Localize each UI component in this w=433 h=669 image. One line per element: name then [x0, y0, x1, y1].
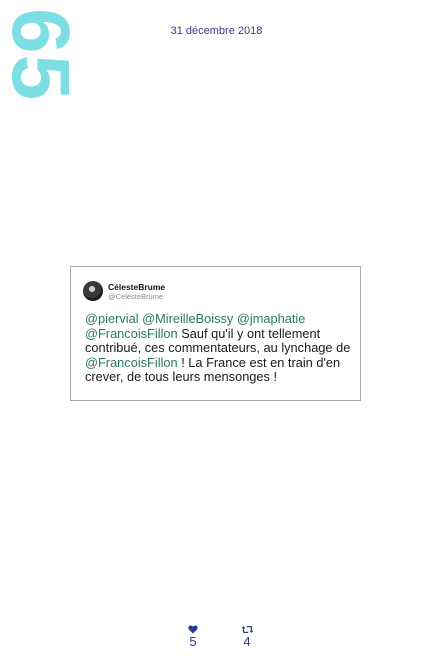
- mention-link[interactable]: @piervial: [85, 311, 139, 326]
- user-block: CélesteBrume @CelesteBrume: [108, 282, 165, 301]
- tweet-header: CélesteBrume @CelesteBrume: [83, 280, 165, 302]
- heart-icon: [188, 625, 198, 634]
- avatar: [83, 281, 103, 301]
- retweet-count: 4: [243, 634, 251, 649]
- mention-link[interactable]: @FrancoisFillon: [85, 355, 178, 370]
- page-number-text: 65: [0, 8, 86, 102]
- tweet-stats: 5 4: [0, 625, 433, 655]
- display-name: CélesteBrume: [108, 281, 166, 292]
- like-count: 5: [189, 634, 197, 649]
- user-handle: @CelesteBrume: [108, 291, 164, 301]
- mention-link[interactable]: @FrancoisFillon: [85, 326, 178, 341]
- mention-link[interactable]: @MireilleBoissy: [142, 311, 233, 326]
- tweet-date: 31 décembre 2018: [170, 25, 263, 37]
- retweet-stat[interactable]: 4: [232, 625, 262, 649]
- tweet-body: @piervial @MireilleBoissy @jmaphatie @Fr…: [85, 311, 355, 385]
- like-stat[interactable]: 5: [178, 625, 208, 649]
- tweet-card: CélesteBrume @CelesteBrume @piervial @Mi…: [70, 266, 361, 401]
- retweet-icon: [241, 626, 253, 633]
- mention-link[interactable]: @jmaphatie: [237, 311, 305, 326]
